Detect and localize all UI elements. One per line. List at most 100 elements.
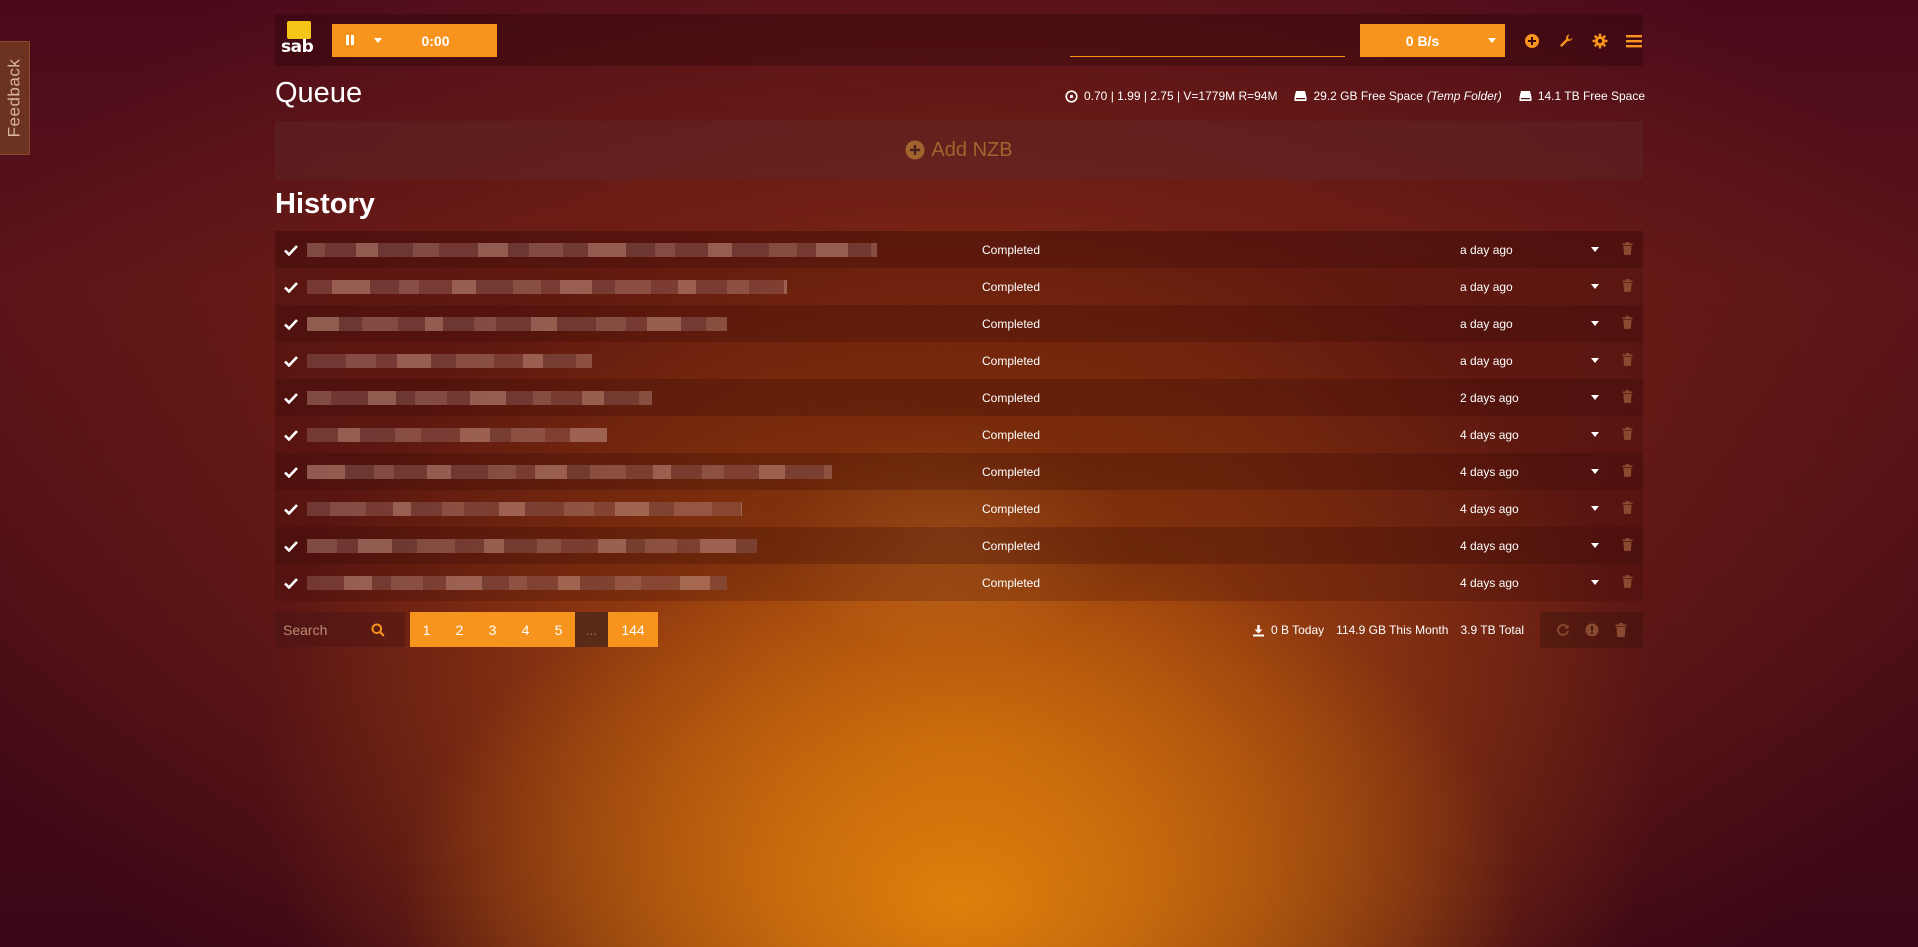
chevron-down-icon[interactable] bbox=[1591, 506, 1599, 511]
pause-icon bbox=[345, 32, 355, 50]
temp-space-stat: 29.2 GB Free Space (Temp Folder) bbox=[1294, 89, 1502, 103]
history-item-name-redacted bbox=[307, 465, 832, 479]
check-icon bbox=[275, 281, 307, 293]
add-nzb-button[interactable]: Add NZB bbox=[275, 121, 1643, 179]
menu-icon bbox=[1626, 35, 1642, 48]
history-age: a day ago bbox=[1460, 316, 1513, 331]
today-total: 0 B Today bbox=[1271, 623, 1325, 637]
history-row[interactable]: Completed 4 days ago bbox=[275, 527, 1643, 564]
sab-logo[interactable]: sab bbox=[279, 21, 317, 59]
chevron-down-icon[interactable] bbox=[1591, 321, 1599, 326]
trash-icon[interactable] bbox=[1622, 390, 1633, 408]
info-icon[interactable] bbox=[1585, 623, 1599, 637]
chevron-down-icon[interactable] bbox=[1591, 580, 1599, 585]
wrench-icon bbox=[1560, 34, 1573, 47]
top-navbar: sab 0:00 0 B/s bbox=[275, 14, 1643, 66]
chevron-down-icon[interactable] bbox=[1591, 543, 1599, 548]
history-status: Completed bbox=[982, 538, 1041, 553]
speed-dropdown-button[interactable] bbox=[1479, 24, 1505, 57]
trash-icon[interactable] bbox=[1622, 242, 1633, 260]
check-icon bbox=[275, 318, 307, 330]
queue-title: Queue bbox=[275, 77, 363, 109]
feedback-tab[interactable]: Feedback bbox=[0, 41, 30, 155]
history-item-name-redacted bbox=[307, 391, 652, 405]
temp-folder-label: (Temp Folder) bbox=[1426, 89, 1502, 103]
page-button[interactable]: 4 bbox=[509, 612, 542, 647]
all-time-total: 3.9 TB Total bbox=[1460, 623, 1525, 637]
settings-button[interactable] bbox=[1583, 28, 1617, 54]
check-icon bbox=[275, 392, 307, 404]
load-stat: 0.70 | 1.99 | 2.75 | V=1779M R=94M bbox=[1065, 89, 1277, 103]
plus-circle-icon bbox=[905, 140, 925, 160]
chevron-down-icon[interactable] bbox=[1591, 358, 1599, 363]
history-age: a day ago bbox=[1460, 279, 1513, 294]
history-age: 4 days ago bbox=[1460, 464, 1519, 479]
free-space-text: 14.1 TB Free Space bbox=[1537, 89, 1645, 103]
refresh-icon[interactable] bbox=[1556, 623, 1570, 637]
history-row[interactable]: Completed a day ago bbox=[275, 231, 1643, 268]
history-actions bbox=[1540, 612, 1643, 648]
trash-icon[interactable] bbox=[1622, 501, 1633, 519]
chevron-down-icon[interactable] bbox=[1591, 432, 1599, 437]
trash-icon[interactable] bbox=[1622, 538, 1633, 556]
history-status: Completed bbox=[982, 279, 1041, 294]
history-row[interactable]: Completed 2 days ago bbox=[275, 379, 1643, 416]
download-totals: 0 B Today 114.9 GB This Month 3.9 TB Tot… bbox=[1252, 623, 1524, 637]
trash-icon[interactable] bbox=[1615, 623, 1627, 637]
chevron-down-icon[interactable] bbox=[1591, 284, 1599, 289]
hdd-icon bbox=[1294, 91, 1307, 101]
temp-space-text: 29.2 GB Free Space bbox=[1313, 89, 1423, 103]
chevron-down-icon[interactable] bbox=[1591, 469, 1599, 474]
history-status: Completed bbox=[982, 242, 1041, 257]
trash-icon[interactable] bbox=[1622, 427, 1633, 445]
history-age: 4 days ago bbox=[1460, 575, 1519, 590]
history-status: Completed bbox=[982, 464, 1041, 479]
pagination: 1 2 3 4 5... 144 bbox=[410, 612, 658, 647]
menu-button[interactable] bbox=[1617, 28, 1651, 54]
check-icon bbox=[275, 466, 307, 478]
page-button[interactable]: 2 bbox=[443, 612, 476, 647]
history-status: Completed bbox=[982, 353, 1041, 368]
history-item-name-redacted bbox=[307, 243, 877, 257]
search-input[interactable] bbox=[275, 621, 371, 638]
history-row[interactable]: Completed 4 days ago bbox=[275, 453, 1643, 490]
chevron-down-icon[interactable] bbox=[1591, 395, 1599, 400]
history-row[interactable]: Completed a day ago bbox=[275, 268, 1643, 305]
add-nzb-nav-button[interactable] bbox=[1515, 28, 1549, 54]
page-button[interactable]: 144 bbox=[608, 612, 658, 647]
search-icon[interactable] bbox=[371, 623, 385, 637]
search-box bbox=[275, 612, 405, 647]
config-button[interactable] bbox=[1549, 28, 1583, 54]
pause-dropdown-button[interactable] bbox=[368, 24, 388, 57]
history-status: Completed bbox=[982, 316, 1041, 331]
feedback-label: Feedback bbox=[4, 58, 24, 138]
history-row[interactable]: Completed a day ago bbox=[275, 305, 1643, 342]
load-text: 0.70 | 1.99 | 2.75 | V=1779M R=94M bbox=[1084, 89, 1278, 103]
history-row[interactable]: Completed 4 days ago bbox=[275, 490, 1643, 527]
logo-text: sab bbox=[281, 37, 314, 57]
pause-button[interactable] bbox=[332, 24, 368, 57]
trash-icon[interactable] bbox=[1622, 353, 1633, 371]
history-item-name-redacted bbox=[307, 354, 592, 368]
page-button[interactable]: 1 bbox=[410, 612, 443, 647]
current-speed[interactable]: 0 B/s bbox=[1360, 33, 1479, 49]
trash-icon[interactable] bbox=[1622, 316, 1633, 334]
trash-icon[interactable] bbox=[1622, 279, 1633, 297]
pause-control-group: 0:00 bbox=[332, 24, 497, 57]
history-title: History bbox=[275, 188, 375, 220]
page-button[interactable]: 5 bbox=[542, 612, 575, 647]
history-row[interactable]: Completed 4 days ago bbox=[275, 564, 1643, 601]
history-row[interactable]: Completed a day ago bbox=[275, 342, 1643, 379]
chevron-down-icon[interactable] bbox=[1591, 247, 1599, 252]
check-icon bbox=[275, 503, 307, 515]
history-row[interactable]: Completed 4 days ago bbox=[275, 416, 1643, 453]
trash-icon[interactable] bbox=[1622, 464, 1633, 482]
history-footer: 12345...144 0 B Today 114.9 GB This Mont… bbox=[275, 612, 1643, 648]
history-item-name-redacted bbox=[307, 428, 607, 442]
pause-timer: 0:00 bbox=[421, 32, 450, 49]
history-status: Completed bbox=[982, 575, 1041, 590]
trash-icon[interactable] bbox=[1622, 575, 1633, 593]
month-total: 114.9 GB This Month bbox=[1336, 623, 1449, 637]
page-button[interactable]: 3 bbox=[476, 612, 509, 647]
speed-limit-input[interactable] bbox=[1070, 56, 1345, 57]
